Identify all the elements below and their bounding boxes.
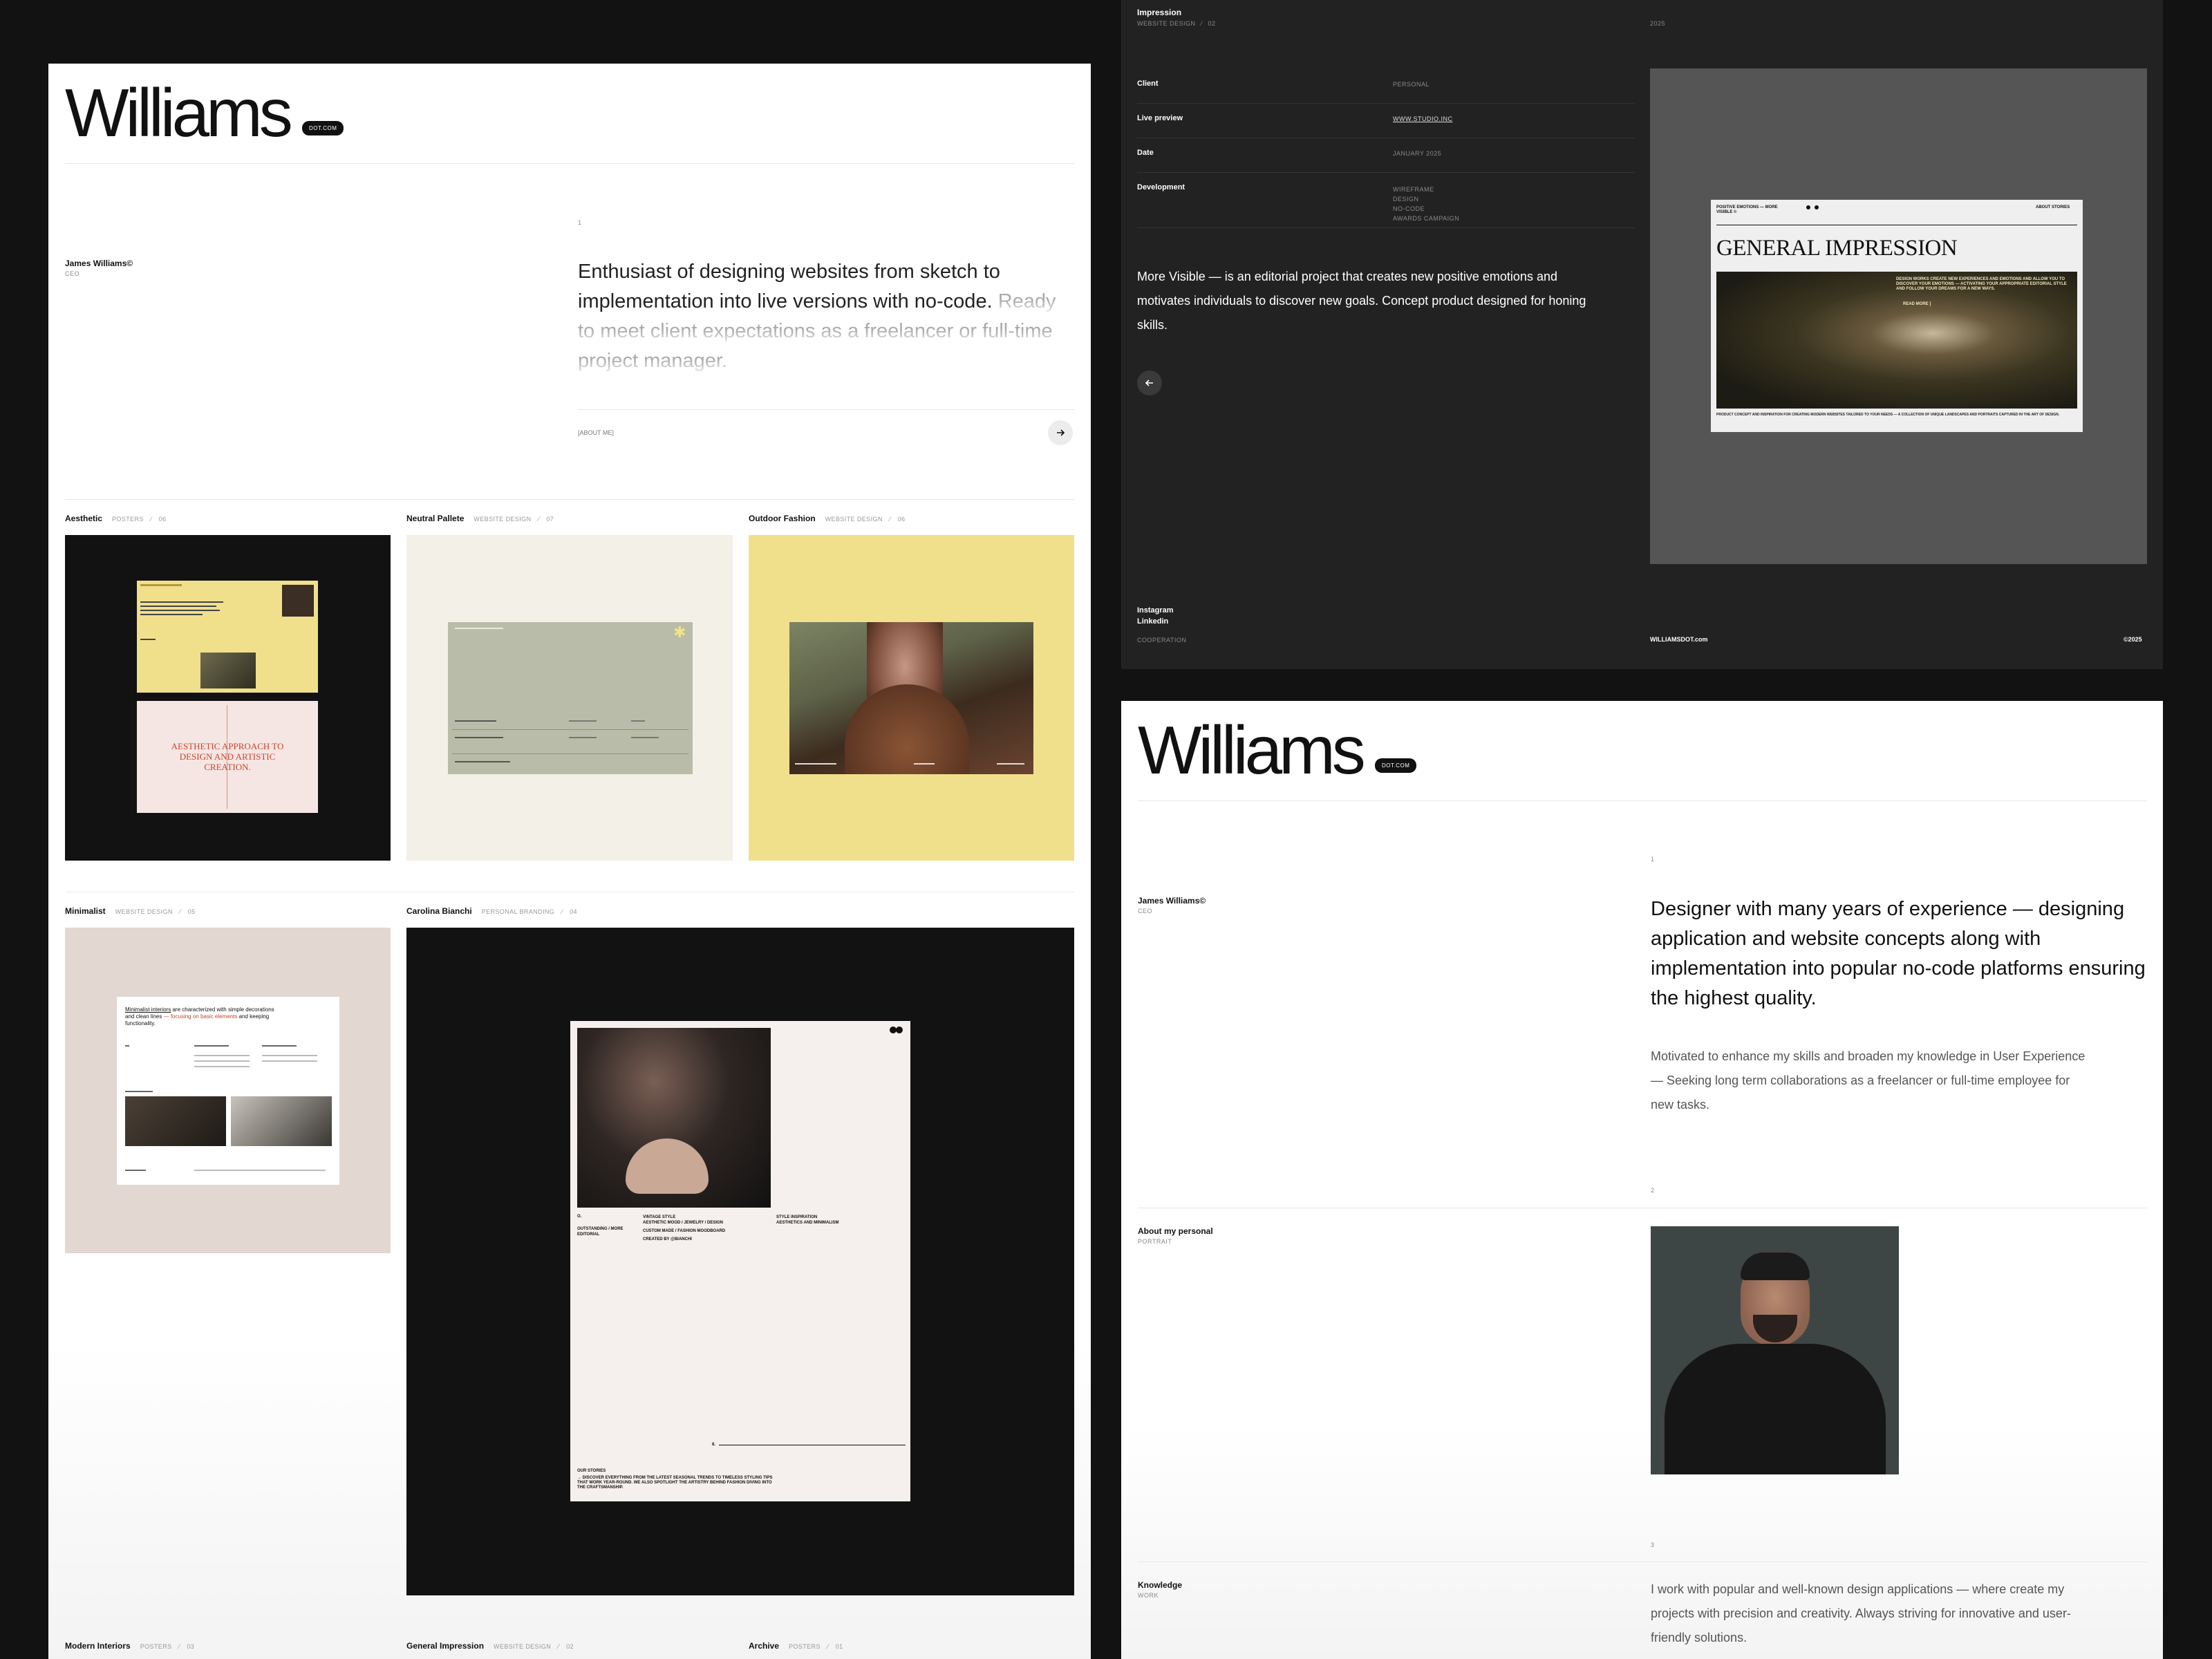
knowledge-text: I work with popular and well-known desig… xyxy=(1651,1582,2071,1644)
about-title: About my personal xyxy=(1138,1226,1213,1236)
right-about-panel: Williams DOT.COM 1 James Williams© CEO D… xyxy=(1121,701,2163,1659)
bianchi-stories: OUR STORIES xyxy=(577,1469,606,1473)
person-name: James Williams© xyxy=(65,259,133,268)
dark-project-panel: Impression WEBSITE DESIGN ⁄ 02 2025 Client… xyxy=(1121,0,2163,669)
cooperation-label: COOPERATION xyxy=(1137,637,1187,644)
mock-photo-card xyxy=(789,622,1033,774)
preview-headline: GENERAL IMPRESSION xyxy=(1716,236,1958,261)
divider xyxy=(65,499,1074,500)
person-name: James Williams© xyxy=(1138,896,1206,906)
preview-footer: PRODUCT CONCEPT AND INSPIRATION FOR CREA… xyxy=(1716,413,2060,417)
info-label: Live preview xyxy=(1137,114,1183,122)
project-thumb-neutral[interactable]: ✱ xyxy=(406,535,733,861)
domain-pill: DOT.COM xyxy=(302,121,344,135)
intro-text: Enthusiast of designing websites from sk… xyxy=(578,257,1076,376)
info-value: PERSONAL xyxy=(1393,81,1430,88)
mock-poster: O. OUTSTANDING / MORE EDITORIAL VINTAGE … xyxy=(570,1021,910,1501)
project-title: Impression xyxy=(1137,8,1182,17)
project-description: More Visible — is an editorial project t… xyxy=(1137,270,1586,332)
project-caption[interactable]: Aesthetic POSTERS ⁄ 06 xyxy=(65,512,167,525)
section-index: 1 xyxy=(578,219,582,226)
preview-frame: POSITIVE EMOTIONS — MORE VISIBLE © ABOUT… xyxy=(1650,68,2147,564)
project-caption[interactable]: Carolina Bianchi PERSONAL BRANDING ⁄ 04 xyxy=(406,905,577,917)
project-caption[interactable]: Minimalist WEBSITE DESIGN ⁄ 05 xyxy=(65,905,196,917)
copyright: ©2025 xyxy=(2124,636,2142,643)
preview-photo: DESIGN WORKS CREATE NEW EXPERIENCES AND … xyxy=(1716,272,2077,409)
mock-yellow-card xyxy=(137,581,318,693)
mock-white-card: Minimalist interiors are characterized w… xyxy=(117,997,339,1185)
bianchi-col3: STYLE INSPIRATION AESTHETICS AND MINIMALI… xyxy=(776,1215,839,1225)
arrow-left-icon xyxy=(1145,379,1153,386)
project-caption[interactable]: Modern Interiors POSTERS ⁄ 03 xyxy=(65,1640,194,1652)
project-caption[interactable]: Outdoor Fashion WEBSITE DESIGN ⁄ 06 xyxy=(749,512,906,525)
project-tag: WEBSITE DESIGN ⁄ 02 xyxy=(1137,20,1216,27)
knowledge-sub: WORK xyxy=(1138,1592,1159,1599)
section-index: 3 xyxy=(1651,1541,1655,1548)
instagram-link[interactable]: Instagram xyxy=(1137,606,1174,615)
info-label: Date xyxy=(1137,149,1154,157)
arrow-left-button[interactable] xyxy=(1137,371,1162,395)
preview-overlay: DESIGN WORKS CREATE NEW EXPERIENCES AND … xyxy=(1896,277,2067,291)
project-thumb-bianchi[interactable]: O. OUTSTANDING / MORE EDITORIAL VINTAGE … xyxy=(406,928,1074,1595)
star-icon: ✱ xyxy=(673,624,686,641)
mock-pink-card: AESTHETIC APPROACH TO DESIGN AND ARTISTI… xyxy=(137,701,318,813)
preview-top-right: ABOUT STORIES xyxy=(2036,205,2070,209)
about-me-link[interactable]: [ABOUT ME] xyxy=(578,429,614,436)
left-portfolio-panel: Williams DOT.COM 1 James Williams© CEO E… xyxy=(48,64,1091,1659)
project-caption[interactable]: Neutral Pallete WEBSITE DESIGN ⁄ 07 xyxy=(406,512,554,525)
preview-page: POSITIVE EMOTIONS — MORE VISIBLE © ABOUT… xyxy=(1711,200,2083,432)
live-preview-link[interactable]: WWW.STUDIO.INC xyxy=(1393,115,1453,122)
mock-sage-card: ✱ xyxy=(448,622,693,774)
project-caption[interactable]: Archive POSTERS ⁄ 01 xyxy=(749,1640,843,1652)
arrow-right-icon xyxy=(1057,429,1065,436)
wordmark[interactable]: Williams xyxy=(65,79,293,147)
bianchi-col2: VINTAGE STYLE AESTHETIC MOOD / JEWELRY / … xyxy=(643,1215,726,1241)
mock-portrait xyxy=(577,1028,771,1208)
project-info-table: Client PERSONAL Live preview WWW.STUDIO.… xyxy=(1137,69,1635,228)
project-thumb-outdoor[interactable] xyxy=(749,535,1074,861)
project-thumb-aesthetic[interactable]: AESTHETIC APPROACH TO DESIGN AND ARTISTI… xyxy=(65,535,391,861)
preview-top-left: POSITIVE EMOTIONS — MORE VISIBLE © xyxy=(1716,205,1778,214)
portrait-body xyxy=(1665,1344,1886,1474)
person-role: CEO xyxy=(65,270,80,277)
aesthetic-card-title: AESTHETIC APPROACH TO DESIGN AND ARTISTI… xyxy=(171,741,284,772)
site-name[interactable]: WILLIAMSDOT.com xyxy=(1650,636,1708,643)
project-caption[interactable]: General Impression WEBSITE DESIGN ⁄ 02 xyxy=(406,1640,574,1652)
minimal-accent: — focusing on basic elements xyxy=(163,1013,238,1020)
knowledge-title: Knowledge xyxy=(1138,1580,1183,1590)
project-year: 2025 xyxy=(1650,20,1666,27)
divider xyxy=(65,163,1074,164)
linkedin-link[interactable]: Linkedin xyxy=(1137,617,1168,626)
bianchi-col1: OUTSTANDING / MORE EDITORIAL xyxy=(577,1227,624,1237)
about-headline: Designer with many years of experience —… xyxy=(1651,898,2146,1009)
info-label: Client xyxy=(1137,79,1159,88)
project-thumb-minimalist[interactable]: Minimalist interiors are characterized w… xyxy=(65,928,391,1253)
dot-pair xyxy=(890,1027,903,1033)
wordmark[interactable]: Williams xyxy=(1138,716,1366,784)
section-index: 1 xyxy=(1651,856,1655,863)
arrow-right-button[interactable] xyxy=(1048,420,1073,445)
info-value: JANUARY 2025 xyxy=(1393,150,1442,157)
intro-dark: Enthusiast of designing websites from sk… xyxy=(578,261,1000,312)
preview-read-more[interactable]: READ MORE ] xyxy=(1903,302,1931,306)
section-index: 2 xyxy=(1651,1187,1655,1194)
minimal-link: Minimalist interiors xyxy=(125,1006,171,1013)
portrait-photo xyxy=(1651,1226,1899,1474)
about-paragraph: Motivated to enhance my skills and broad… xyxy=(1651,1049,2086,1112)
info-label: Development xyxy=(1137,183,1185,191)
bianchi-stories-text: → DISCOVER EVERYTHING FROM THE LATEST SE… xyxy=(577,1476,773,1490)
about-sub: PORTRAIT xyxy=(1138,1238,1172,1245)
domain-pill: DOT.COM xyxy=(1375,758,1417,773)
person-role: CEO xyxy=(1138,908,1153,915)
divider xyxy=(578,409,1074,410)
divider xyxy=(1138,800,2147,801)
info-value: WIREFRAME DESIGN NO-CODE AWARDS CAMPAIGN xyxy=(1393,186,1460,222)
